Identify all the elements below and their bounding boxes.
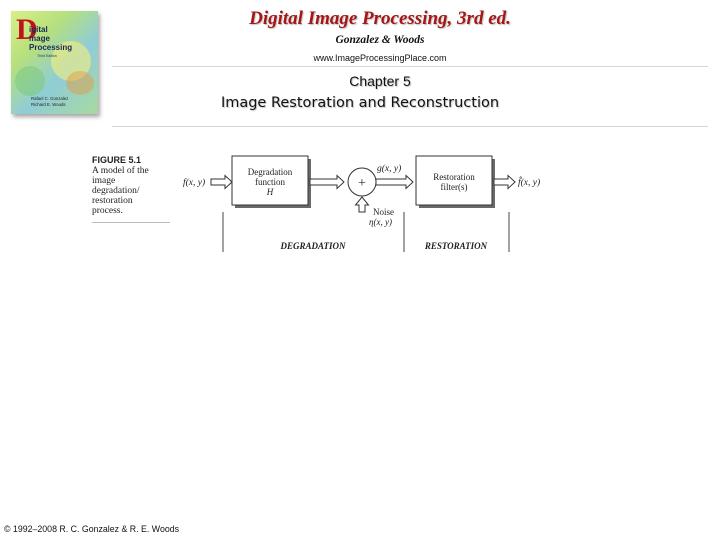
chapter-heading: Chapter 5 xyxy=(349,73,411,89)
degradation-box-line: function xyxy=(255,177,285,187)
restoration-box-line: Restoration xyxy=(433,172,475,182)
noise-arrow xyxy=(354,196,370,213)
degradation-restoration-diagram: f(x, y) Degradation function H + Noise η… xyxy=(175,150,555,260)
cover-title-line: igital xyxy=(29,25,48,34)
degradation-box-symbol: H xyxy=(266,187,274,197)
caption-divider xyxy=(92,222,170,223)
cover-author: Richard E. Woods xyxy=(31,101,66,107)
cover-title-line: Processing xyxy=(29,43,73,52)
degradation-function-box: Degradation function H xyxy=(231,155,311,208)
subtitle-divider xyxy=(112,126,708,127)
cover-authors: Rafael C. Gonzalez Richard E. Woods xyxy=(31,96,95,107)
degraded-image-label: g(x, y) xyxy=(377,163,401,174)
degradation-to-sum-arrow xyxy=(309,174,345,190)
diagram-canvas: f(x, y) Degradation function H + Noise η… xyxy=(183,155,540,252)
noise-symbol-label: η(x, y) xyxy=(369,217,392,227)
figure-caption: FIGURE 5.1 A model of the image degradat… xyxy=(92,155,172,216)
caption-line: process. xyxy=(92,206,123,216)
degradation-box-line: Degradation xyxy=(248,167,293,177)
input-signal-label: f(x, y) xyxy=(183,177,205,188)
cover-title: igital mage Processing xyxy=(29,25,95,52)
book-authors: Gonzalez & Woods xyxy=(335,34,425,46)
restoration-stage-label: RESTORATION xyxy=(424,241,488,251)
output-signal-label: f̂(x, y) xyxy=(518,175,540,188)
header-divider xyxy=(112,66,708,67)
degradation-stage-label: DEGRADATION xyxy=(279,241,346,251)
restoration-filter-box: Restoration filter(s) xyxy=(415,155,495,208)
caption-line: restoration xyxy=(92,196,133,206)
cover-subtitle: Third Edition xyxy=(37,54,57,58)
book-title: Digital Image Processing, 3rd ed. xyxy=(249,8,511,29)
website-url: www.ImageProcessingPlace.com xyxy=(313,53,447,63)
cover-title-line: mage xyxy=(29,34,50,43)
noise-label: Noise xyxy=(373,207,394,217)
slide-subtitle: Image Restoration and Reconstruction xyxy=(220,95,500,111)
plus-symbol: + xyxy=(358,176,366,191)
copyright-notice: © 1992–2008 R. C. Gonzalez & R. E. Woods xyxy=(4,524,180,534)
output-arrow xyxy=(493,174,516,190)
figure-label: FIGURE 5.1 xyxy=(92,155,142,165)
sum-to-restoration-arrow xyxy=(375,174,414,190)
restoration-box-line: filter(s) xyxy=(441,182,468,192)
book-cover-image: D igital mage Processing Third Edition R… xyxy=(11,11,98,114)
caption-line: degradation/ xyxy=(92,186,140,196)
caption-line: A model of the xyxy=(92,166,149,176)
summation-junction: + xyxy=(347,167,377,197)
caption-line: image xyxy=(92,176,116,186)
input-arrow xyxy=(210,174,233,190)
